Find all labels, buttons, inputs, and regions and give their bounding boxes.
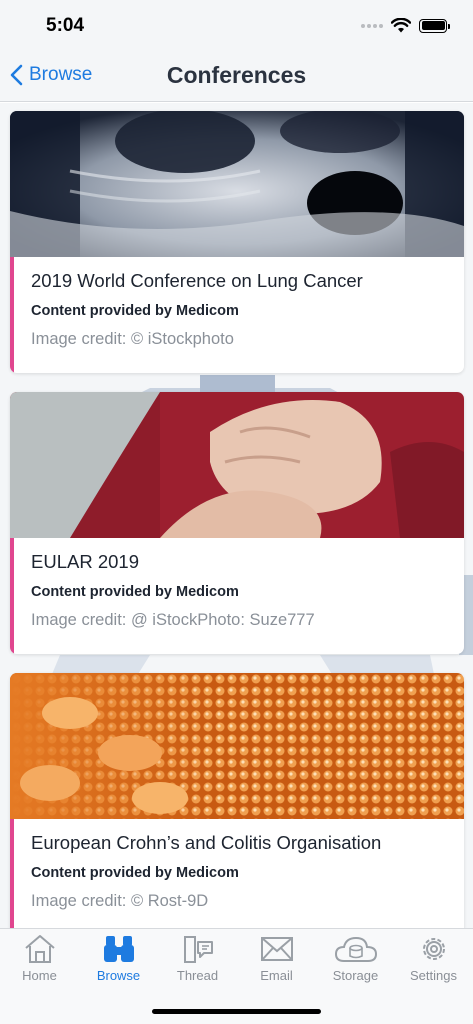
cloud-storage-icon [334, 936, 377, 962]
card-provider: Content provided by Medicom [31, 865, 239, 881]
card-provider: Content provided by Medicom [31, 303, 239, 319]
home-indicator[interactable] [152, 1009, 321, 1014]
tab-settings[interactable]: Settings [394, 933, 473, 993]
house-icon [24, 935, 55, 963]
tab-storage[interactable]: Storage [316, 933, 395, 993]
tab-home[interactable]: Home [0, 933, 79, 993]
page-title: Conferences [166, 62, 307, 88]
card-accent-stripe [10, 538, 14, 654]
wifi-icon [391, 18, 411, 33]
card-accent-stripe [10, 819, 14, 928]
battery-icon [419, 18, 450, 33]
status-bar: 5:04 [0, 0, 473, 52]
envelope-icon [260, 937, 293, 961]
conference-list[interactable]: 2019 World Conference on Lung Cancer Con… [0, 103, 473, 928]
lung-xray-image [10, 111, 464, 257]
gear-icon [422, 938, 445, 960]
tab-email[interactable]: Email [237, 933, 316, 993]
tab-label: Storage [332, 968, 379, 983]
binoculars-icon [103, 936, 134, 962]
navigation-bar: Browse Conferences [0, 52, 473, 102]
status-icons [361, 18, 450, 33]
card-image-credit: Image credit: © Rost-9D [31, 892, 209, 910]
tab-label: Home [22, 968, 57, 983]
tab-label: Thread [176, 968, 219, 983]
card-body: European Crohn’s and Colitis Organisatio… [10, 819, 464, 928]
tab-browse[interactable]: Browse [79, 933, 158, 993]
conference-card[interactable]: EULAR 2019 Content provided by Medicom I… [10, 392, 464, 654]
tab-thread[interactable]: Thread [158, 933, 237, 993]
intestinal-villi-image [10, 673, 464, 819]
tab-label: Browse [96, 968, 141, 983]
conference-card[interactable]: European Crohn’s and Colitis Organisatio… [10, 673, 464, 928]
hands-image [10, 392, 464, 538]
signal-icon [361, 23, 383, 28]
card-body: EULAR 2019 Content provided by Medicom I… [10, 538, 464, 654]
card-body: 2019 World Conference on Lung Cancer Con… [10, 257, 464, 373]
status-time: 5:04 [46, 15, 85, 36]
card-provider: Content provided by Medicom [31, 584, 239, 600]
conference-card[interactable]: 2019 World Conference on Lung Cancer Con… [10, 111, 464, 373]
thread-icon [183, 936, 213, 963]
card-image-credit: Image credit: @ iStockPhoto: Suze777 [31, 611, 315, 629]
card-title: EULAR 2019 [31, 551, 139, 572]
card-title: 2019 World Conference on Lung Cancer [31, 270, 363, 291]
card-image-credit: Image credit: © iStockphoto [31, 330, 234, 348]
tab-bar: Home Browse Thread Email Storage Setting… [0, 928, 473, 1024]
card-title: European Crohn’s and Colitis Organisatio… [31, 832, 382, 853]
tab-label: Settings [410, 968, 457, 983]
card-accent-stripe [10, 257, 14, 373]
tab-label: Email [260, 968, 293, 983]
